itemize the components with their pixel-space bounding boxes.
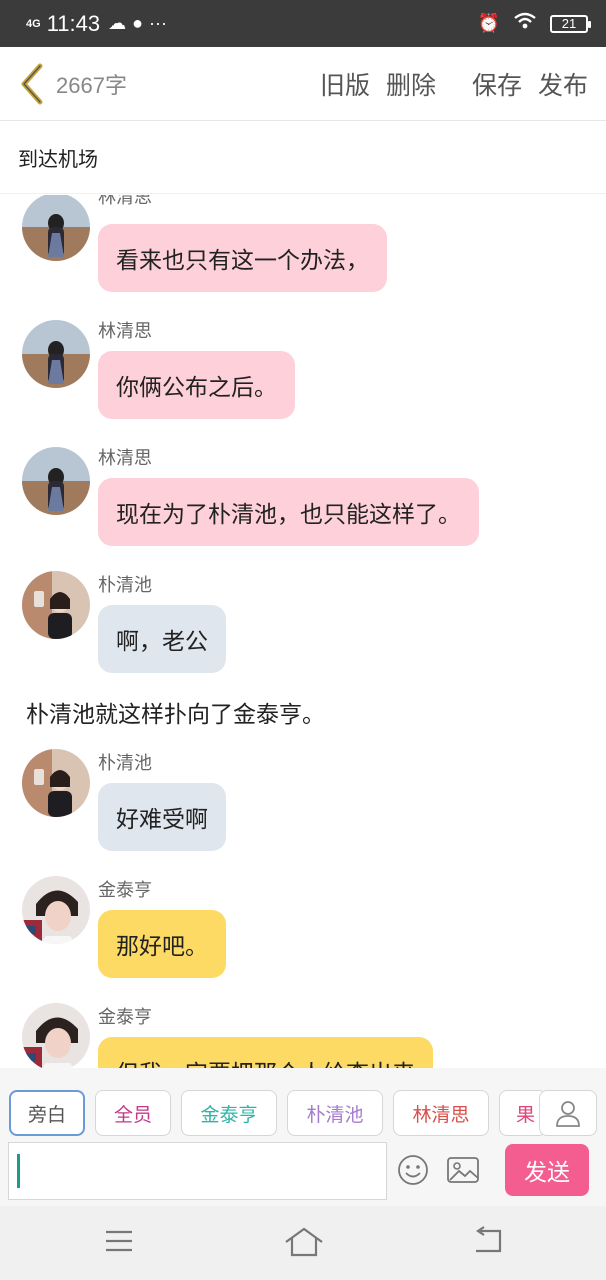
editor-header: 2667字 旧版 删除 保存 发布 [0,47,606,121]
publish-button[interactable]: 发布 [538,66,588,102]
role-linqingsi[interactable]: 林清思 [393,1090,489,1136]
input-bar: 发送 [0,1142,606,1206]
chapter-title[interactable]: 到达机场 [0,122,606,194]
send-button[interactable]: 发送 [505,1144,589,1196]
sender-name: 金泰亨 [98,880,152,901]
sender-name: 朴清池 [98,753,152,774]
delete-button[interactable]: 删除 [386,66,436,102]
message-bubble[interactable]: 那好吧。 [98,910,226,978]
role-narrator[interactable]: 旁白 [9,1090,85,1136]
more-icon: ··· [148,13,167,33]
status-time: 11:43 [46,10,101,36]
menu-icon[interactable] [104,1226,134,1256]
battery-icon: 21 [550,14,591,33]
home-icon[interactable] [284,1226,324,1258]
linqingsi-avatar [22,320,90,388]
back-chevron-icon[interactable] [16,62,46,106]
jintaiheng-avatar [22,1003,90,1068]
cloud-icon: ☁ [108,13,127,33]
role-all[interactable]: 全员 [95,1090,171,1136]
role-puqingchi[interactable]: 朴清池 [287,1090,383,1136]
chat-area[interactable]: 林清思 看来也只有这一个办法， 林清思 你俩公布之后。 林清思 现在为了朴清池，… [0,195,606,1068]
linqingsi-avatar [22,195,90,261]
image-icon[interactable] [446,1156,480,1184]
text-caret [17,1154,20,1188]
status-bar: 4G 11:43 ☁ ● ··· ⏰ 21 [0,0,606,47]
message-bubble[interactable]: 现在为了朴清池，也只能这样了。 [98,478,479,546]
sender-name: 林清思 [98,448,152,469]
sender-name: 林清思 [98,321,152,342]
role-jintaiheng[interactable]: 金泰亨 [181,1090,277,1136]
jintaiheng-avatar [22,876,90,944]
message-bubble[interactable]: 看来也只有这一个办法， [98,224,387,292]
sender-name: 朴清池 [98,575,152,596]
save-button[interactable]: 保存 [472,66,522,102]
message-bubble[interactable]: 好难受啊 [98,783,226,851]
word-count: 2667字 [56,72,127,98]
linqingsi-avatar [22,447,90,515]
message-bubble[interactable]: 但我一定要把那个人给查出来 [98,1037,433,1068]
narration-text[interactable]: 朴清池就这样扑向了金泰亨。 [26,695,325,729]
alarm-icon: ⏰ [477,13,500,33]
wifi-icon [514,12,536,35]
old-version-button[interactable]: 旧版 [320,66,370,102]
message-input[interactable] [8,1142,387,1200]
sender-name: 金泰亨 [98,1007,152,1028]
wechat-icon: ● [132,13,143,33]
return-icon[interactable] [472,1226,504,1256]
person-icon [556,1101,580,1127]
add-role-button[interactable] [539,1090,597,1136]
message-bubble[interactable]: 啊，老公 [98,605,226,673]
system-nav-bar [0,1206,606,1280]
puqingchi-avatar [22,571,90,639]
puqingchi-avatar [22,749,90,817]
emoji-icon[interactable] [397,1154,429,1186]
sender-name: 林清思 [98,195,152,208]
message-bubble[interactable]: 你俩公布之后。 [98,351,295,419]
network-indicator: 4G [26,17,41,30]
role-selector: 旁白 全员 金泰亨 朴清池 林清思 果 [0,1068,606,1142]
